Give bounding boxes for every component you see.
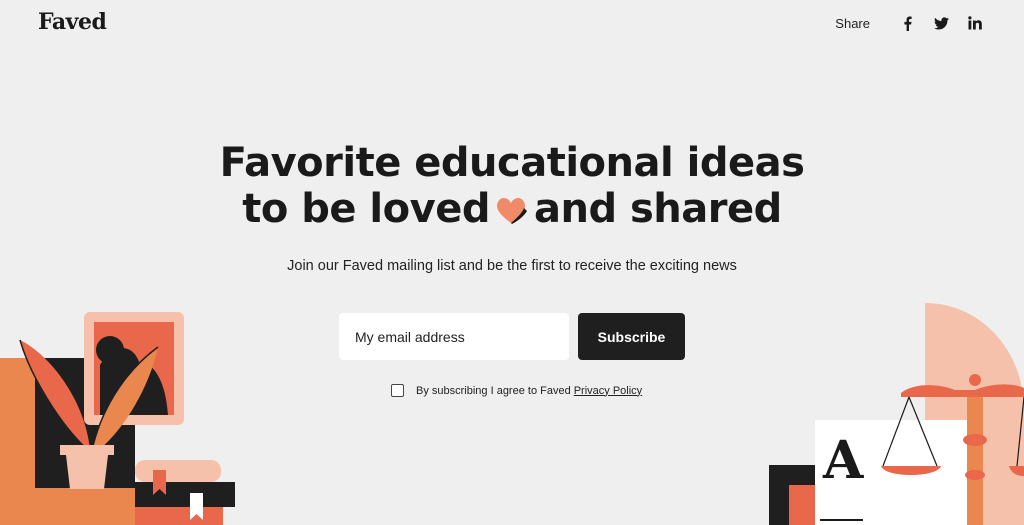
facebook-icon[interactable] [896, 14, 918, 32]
signup-form: Subscribe [339, 313, 685, 360]
email-input[interactable] [339, 313, 569, 360]
headline-line2-start: to be loved [242, 186, 490, 232]
header: Faved Share [0, 0, 1024, 46]
consent-row: By subscribing I agree to Faved Privacy … [391, 384, 642, 397]
share-label: Share [835, 15, 870, 31]
svg-text:A: A [822, 430, 864, 491]
subscribe-button[interactable]: Subscribe [578, 313, 685, 360]
right-illustration: A [769, 303, 1024, 525]
headline-line2-end: and shared [533, 186, 782, 232]
consent-checkbox[interactable] [391, 384, 404, 397]
logo[interactable]: Faved [38, 9, 107, 35]
share-bar: Share [835, 14, 986, 32]
left-illustration [0, 312, 235, 525]
privacy-policy-link[interactable]: Privacy Policy [574, 385, 642, 397]
headline-line1: Favorite educational ideas [219, 140, 805, 186]
twitter-icon[interactable] [930, 14, 952, 32]
heart-icon [497, 197, 527, 224]
consent-text: By subscribing I agree to Faved [416, 384, 571, 397]
hero: Favorite educational ideas to be loved an… [0, 140, 1024, 274]
subtext: Join our Faved mailing list and be the f… [287, 258, 737, 274]
headline: Favorite educational ideas to be loved an… [0, 140, 1024, 232]
linkedin-icon[interactable] [964, 14, 986, 32]
